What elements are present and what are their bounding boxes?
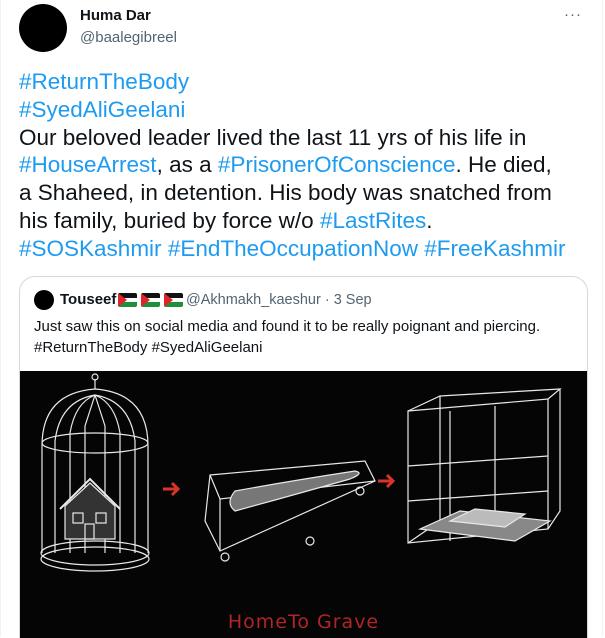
quoted-tweet[interactable]: Touseef @Akhmakh_kaeshur · 3 Sep Just sa…	[19, 276, 588, 638]
media-caption: HomeTo Grave	[227, 611, 380, 633]
avatar[interactable]	[19, 4, 67, 52]
hashtag-link[interactable]: #FreeKashmir	[424, 236, 565, 261]
tweet-text-line: a Shaheed, in detention. His body was sn…	[19, 179, 594, 207]
quoted-text-line: Just saw this on social media and found …	[34, 318, 541, 335]
tweet-text-segment: , as a	[156, 152, 218, 178]
hashtag-link[interactable]: #SyedAliGeelani	[19, 97, 185, 122]
author-name[interactable]: Huma Dar	[80, 7, 151, 24]
hashtag-link[interactable]: #EndTheOccupationNow	[168, 236, 418, 261]
hashtag-link[interactable]: #PrisonerOfConscience	[218, 152, 456, 177]
hashtag-link[interactable]: #HouseArrest	[19, 152, 157, 177]
tweet-text-line: his family, buried by force w/o #LastRit…	[19, 207, 594, 235]
hashtag-link[interactable]: #SOSKashmir	[19, 236, 162, 261]
palestine-flag-icon	[141, 293, 160, 307]
quoted-handle-date[interactable]: @Akhmakh_kaeshur · 3 Sep	[186, 292, 372, 308]
tweet-text-segment: his family, buried by force w/o	[19, 207, 320, 233]
tweet-text-line: #HouseArrest, as a #PrisonerOfConscience…	[19, 151, 594, 179]
palestine-flag-icon	[118, 293, 137, 307]
quoted-text-hashtags: #ReturnTheBody #SyedAliGeelani	[34, 338, 263, 356]
tweet-text-line: Our beloved leader lived the last 11 yrs…	[19, 124, 594, 152]
quoted-avatar[interactable]	[34, 290, 54, 310]
tweet-card: Huma Dar @baalegibreel ··· #ReturnTheBod…	[0, 0, 603, 638]
tweet-text-segment: Our beloved leader lived the last 11 yrs…	[19, 124, 527, 150]
hashtag-link[interactable]: #LastRites	[320, 208, 426, 233]
tweet-text-segment: . He died,	[455, 152, 552, 178]
more-options-icon[interactable]: ···	[564, 6, 582, 23]
flag-emojis	[118, 293, 183, 307]
author-handle[interactable]: @baalegibreel	[80, 29, 177, 46]
quoted-text: Just saw this on social media and found …	[34, 317, 574, 358]
tweet-text-segment: .	[426, 207, 433, 233]
quoted-author-name[interactable]: Touseef	[60, 291, 116, 308]
tweet-text: #ReturnTheBody #SyedAliGeelani Our beloved…	[19, 68, 594, 263]
hashtag-link[interactable]: #ReturnTheBody	[19, 69, 189, 94]
tweet-text-line: #SOSKashmir #EndTheOccupationNow #FreeKa…	[19, 235, 594, 263]
tweet-text-line: #SyedAliGeelani	[19, 96, 594, 124]
home-to-grave-drawing	[40, 373, 562, 572]
palestine-flag-icon	[164, 293, 183, 307]
tweet-text-line: #ReturnTheBody	[19, 68, 594, 96]
quoted-media-image[interactable]: HomeTo Grave	[20, 371, 587, 638]
tweet-text-segment: a Shaheed, in detention. His body was sn…	[19, 180, 552, 206]
